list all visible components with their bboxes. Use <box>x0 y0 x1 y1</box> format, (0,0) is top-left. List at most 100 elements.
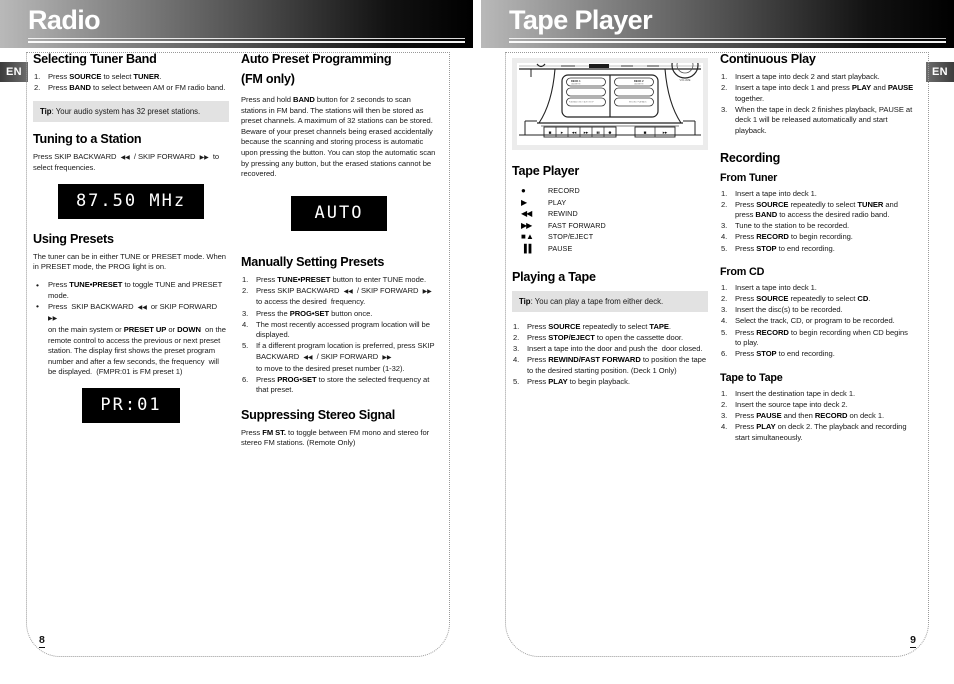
list-playing-a-tape: 1. Press SOURCE repeatedly to select TAPE… <box>512 322 708 388</box>
list-item: 5. Press RECORD to begin recording when C… <box>721 327 908 348</box>
left-column-a: Selecting Tuner Band 1. Press SOURCE to s… <box>33 52 229 436</box>
lcd-frequency-wrap: 87.50 MHz <box>33 183 229 219</box>
tip-text: : Your audio system has 32 preset statio… <box>51 106 201 116</box>
list-item: 2. Press SKIP BACKWARD ◀◀ / SKIP FORWARD … <box>242 285 432 307</box>
language-tab-right: EN <box>926 62 954 82</box>
list-item: 3. When the tape in deck 2 finishes playb… <box>721 104 913 135</box>
list-item: 1. Insert the destination tape in deck 1. <box>721 388 856 398</box>
right-column-b: Continuous Play 1. Insert a tape into dec… <box>720 52 916 450</box>
play-icon: ▶ <box>521 197 527 207</box>
left-column-b: Auto Preset Programming (FM only) Press … <box>241 52 437 456</box>
heading-playing-a-tape: Playing a Tape <box>512 270 596 284</box>
svg-text:RECORD / PLAYBACK: RECORD / PLAYBACK <box>629 101 647 104</box>
skip-forward-icon: ▶▶ <box>48 316 58 323</box>
banner-rule-thick-left <box>28 41 465 43</box>
lcd-frequency-display: 87.50 MHz <box>57 183 205 219</box>
list-item: 3. Insert the disc(s) to be recorded. <box>721 305 843 315</box>
page-number-left: 8 <box>39 634 45 648</box>
heading-selecting-tuner-band: Selecting Tuner Band <box>33 52 157 66</box>
lcd-preset-display: PR:01 <box>82 387 180 423</box>
list-item: ▐▐ PAUSE <box>512 243 708 255</box>
list-item: • Press TUNE•PRESET to toggle TUNE and PR… <box>36 279 223 300</box>
subheading-from-tuner: From Tuner <box>720 171 778 184</box>
skip-forward-icon: ▶▶ <box>382 354 392 361</box>
text-using-presets: The tuner can be in either TUNE or PRESE… <box>33 251 226 272</box>
svg-text:DECK 1: DECK 1 <box>571 79 581 83</box>
list-item: 4. Press PLAY on deck 2. The playback and… <box>721 422 907 442</box>
list-item: 5. Press STOP to end recording. <box>721 243 835 253</box>
svg-text:PLAYBACK ONLY / AUTO STOP: PLAYBACK ONLY / AUTO STOP <box>569 101 595 104</box>
list-item: ■ ▲ STOP/EJECT <box>512 231 708 243</box>
svg-text:●: ● <box>609 131 612 135</box>
lcd-auto-wrap: AUTO <box>241 195 437 231</box>
list-item: 3. Press PAUSE and then RECORD on deck 1. <box>721 410 885 420</box>
list-item: 1. Insert a tape into deck 1. <box>721 283 817 293</box>
heading-tape-player: Tape Player <box>512 164 580 178</box>
tip-label: Tip <box>40 106 52 116</box>
tip-box-either-deck: Tip: You can play a tape from either dec… <box>512 291 708 312</box>
list-item: ● RECORD <box>512 185 708 197</box>
tape-deck-illustration: VOLUME DECK 1 CASSETTE PLAYBACK ONLY / A… <box>512 58 708 150</box>
list-item: 2. Insert a tape into deck 1 and press PL… <box>721 83 914 103</box>
list-item: ▶▶ FAST FORWARD <box>512 220 708 232</box>
right-page-banner: Tape Player <box>481 0 954 48</box>
stop-eject-icon: ■ ▲ <box>521 232 534 241</box>
skip-forward-icon: ▶▶ <box>422 288 432 295</box>
subheading-from-cd: From CD <box>720 266 765 279</box>
tip-label: Tip <box>519 297 531 306</box>
svg-text:CASSETTE: CASSETTE <box>571 83 581 86</box>
svg-text:▶▶: ▶▶ <box>584 131 589 135</box>
list-recording-tape-to-tape: 1. Insert the destination tape in deck 1.… <box>720 389 916 443</box>
skip-backward-icon: ◀◀ <box>120 154 130 161</box>
list-item: 1. Press TUNE•PRESET button to enter TUNE… <box>242 274 426 284</box>
text-auto-preset-programming: Press and hold BAND button for 2 seconds… <box>241 95 436 179</box>
heading-using-presets: Using Presets <box>33 231 114 246</box>
legend-label: STOP/EJECT <box>548 232 594 241</box>
list-tape-player-legend: ● RECORD ▶ PLAY ◀◀ REWIND ▶▶ FAST FORWAR… <box>512 185 708 254</box>
list-item: 2. Insert the source tape into deck 2. <box>721 399 848 409</box>
left-page-sheet: Selecting Tuner Band 1. Press SOURCE to s… <box>26 52 450 657</box>
subheading-fm-only: (FM only) <box>241 72 295 86</box>
list-recording-from-tuner: 1. Insert a tape into deck 1. 2. Press SOU… <box>720 189 916 255</box>
legend-label: PAUSE <box>548 243 573 253</box>
list-item: 6. Press PROG•SET to store the selected f… <box>242 374 430 395</box>
rewind-icon: ◀◀ <box>521 209 532 218</box>
right-page-sheet: VOLUME DECK 1 CASSETTE PLAYBACK ONLY / A… <box>505 52 929 657</box>
heading-continuous-play: Continuous Play <box>720 52 816 66</box>
svg-text:◀◀: ◀◀ <box>572 131 577 135</box>
skip-backward-icon: ◀◀ <box>303 354 313 361</box>
svg-text:▶▶: ▶▶ <box>663 131 668 135</box>
heading-manually-setting-presets: Manually Setting Presets <box>241 254 385 269</box>
list-item: 4. Select the track, CD, or program to be… <box>721 316 895 326</box>
tip-text: : You can play a tape from either deck. <box>530 297 664 306</box>
skip-backward-icon: ◀◀ <box>137 304 147 311</box>
heading-suppressing-stereo-signal: Suppressing Stereo Signal <box>241 407 396 422</box>
right-page-title: Tape Player <box>509 5 653 35</box>
list-item: ◀◀ REWIND <box>512 208 708 220</box>
list-continuous-play: 1. Insert a tape into deck 2 and start pl… <box>720 72 916 137</box>
legend-label: REWIND <box>548 209 578 218</box>
list-item: 1. Insert a tape into deck 1. <box>721 188 817 198</box>
text-tuning-to-a-station: Press SKIP BACKWARD ◀◀ / SKIP FORWARD ▶▶… <box>33 151 220 173</box>
list-item: 2. Press SOURCE repeatedly to select TUNE… <box>721 199 898 220</box>
fast-forward-icon: ▶▶ <box>521 220 532 230</box>
list-item: 6. Press STOP to end recording. <box>721 349 835 359</box>
language-tab-left: EN <box>0 62 28 82</box>
svg-text:▮▮: ▮▮ <box>596 131 600 135</box>
svg-text:VOLUME: VOLUME <box>680 78 691 82</box>
lcd-auto-display: AUTO <box>291 195 387 231</box>
legend-label: FAST FORWARD <box>548 220 606 230</box>
right-column-a: VOLUME DECK 1 CASSETTE PLAYBACK ONLY / A… <box>512 52 708 395</box>
list-item: 5. If a different program location is pre… <box>242 341 435 373</box>
list-item: 1. Insert a tape into deck 2 and start pl… <box>721 72 880 81</box>
legend-label: RECORD <box>548 186 580 195</box>
record-icon: ● <box>521 186 526 195</box>
pause-icon: ▐▐ <box>521 243 531 253</box>
page-number-right: 9 <box>910 634 916 648</box>
lcd-preset-wrap: PR:01 <box>33 387 229 423</box>
list-recording-from-cd: 1. Insert a tape into deck 1. 2. Press SOU… <box>720 283 916 360</box>
svg-text:■: ■ <box>644 131 647 135</box>
list-item: 4. Press REWIND/FAST FORWARD to position … <box>513 355 707 375</box>
svg-text:DECK 2: DECK 2 <box>634 79 644 83</box>
left-page-title: Radio <box>28 5 101 35</box>
